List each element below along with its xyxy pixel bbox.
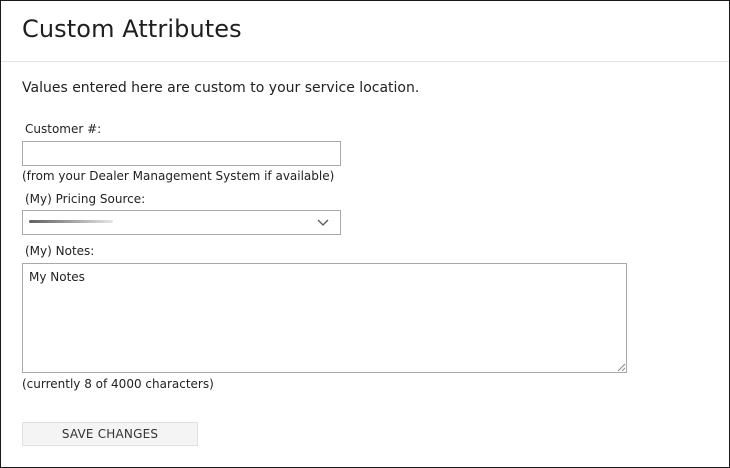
notes-textarea[interactable]: My Notes [22,263,627,373]
pricing-source-select[interactable] [22,210,341,235]
notes-label: (My) Notes: [25,244,95,258]
customer-number-help: (from your Dealer Management System if a… [22,169,335,183]
pricing-source-label: (My) Pricing Source: [25,192,146,206]
intro-text: Values entered here are custom to your s… [22,80,420,96]
chevron-down-icon [317,219,329,226]
title-divider [1,61,729,62]
customer-number-label: Customer #: [25,122,102,136]
resize-grip-icon[interactable] [616,362,626,372]
page-title: Custom Attributes [22,15,242,43]
save-changes-button[interactable]: SAVE CHANGES [22,422,198,446]
customer-number-input[interactable] [22,141,341,166]
pricing-source-selected-value [29,220,113,223]
custom-attributes-panel: Custom Attributes Values entered here ar… [0,0,730,468]
notes-char-count: (currently 8 of 4000 characters) [22,377,214,391]
